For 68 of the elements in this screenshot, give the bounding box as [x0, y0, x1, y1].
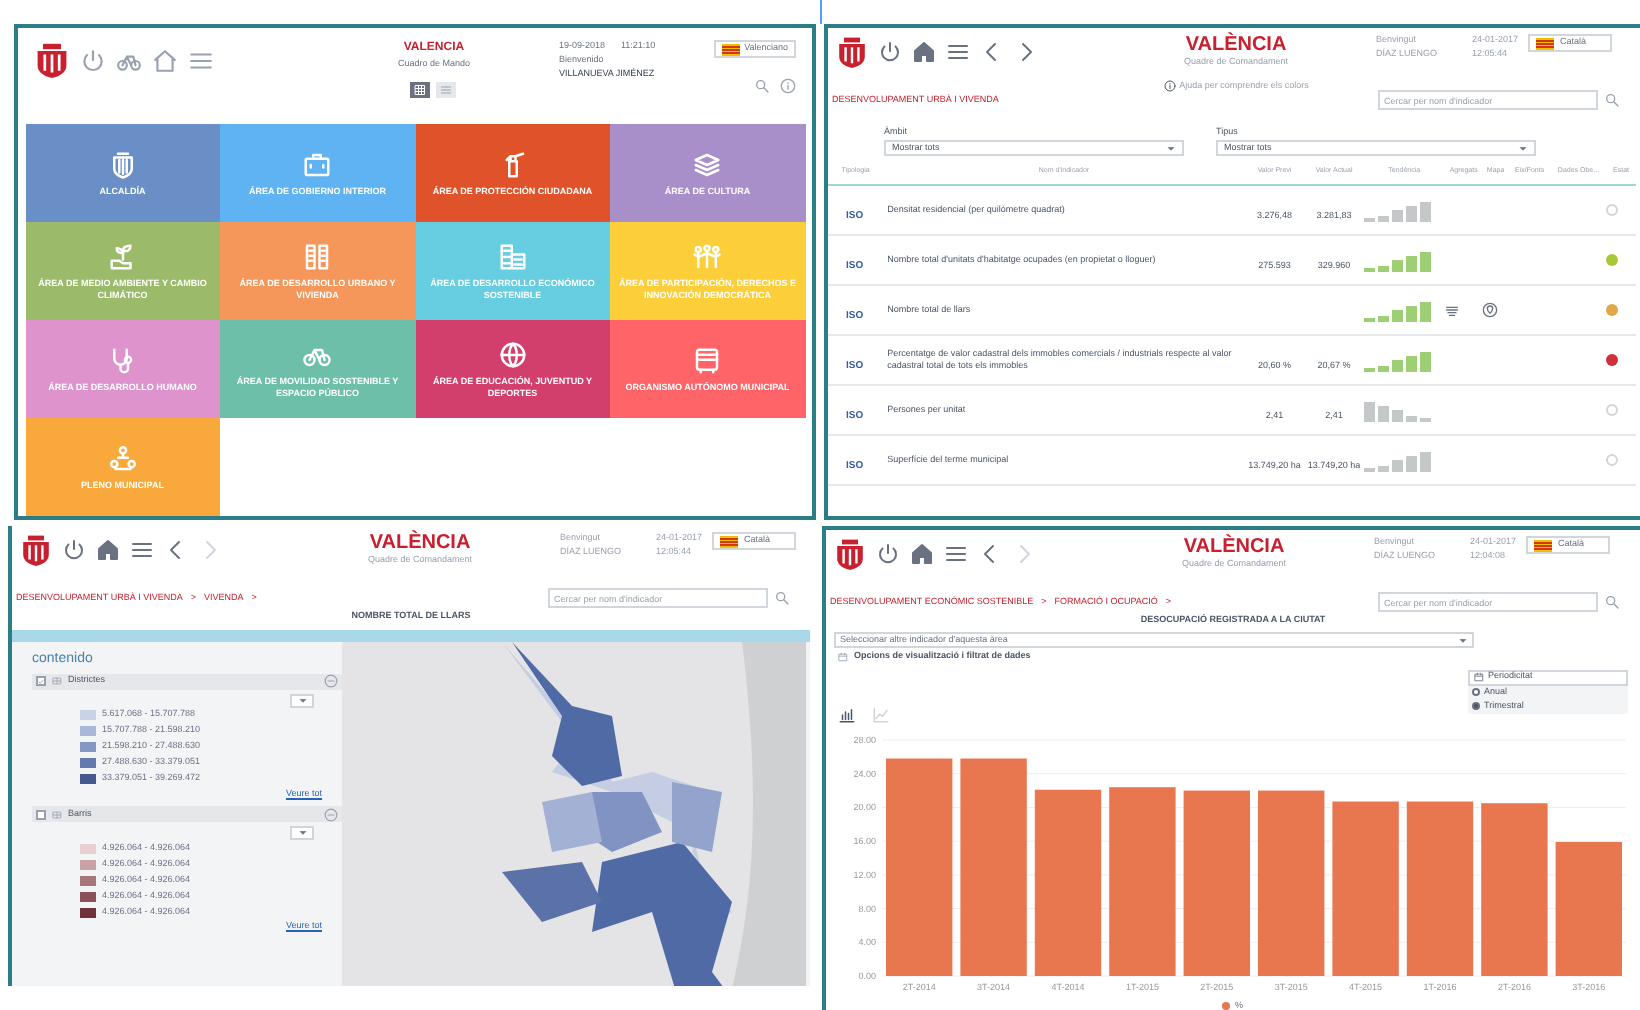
map-drawing[interactable]: [342, 642, 806, 986]
menu-icon[interactable]: [946, 40, 970, 64]
menu-icon[interactable]: [188, 47, 214, 73]
home-icon[interactable]: [912, 40, 936, 64]
collapse-icon: [324, 807, 338, 822]
layer-icon: [52, 676, 62, 686]
home-icon[interactable]: [96, 538, 120, 562]
flag-icon: [1534, 539, 1552, 551]
city-title: VALÈNCIA: [1183, 536, 1285, 558]
search-icon[interactable]: [754, 78, 770, 94]
plant-icon: [107, 242, 138, 272]
bus-icon: [692, 345, 723, 376]
ball-icon: [497, 340, 528, 370]
grid-icon: [414, 83, 427, 96]
radio-button[interactable]: [1472, 702, 1480, 711]
stack-icon[interactable]: [1444, 301, 1461, 317]
flag-icon: [1536, 37, 1554, 49]
caret-icon: [1518, 143, 1528, 153]
info-icon[interactable]: [1163, 80, 1176, 93]
search-icon[interactable]: [1604, 92, 1620, 108]
search-icon[interactable]: [1604, 594, 1620, 610]
radio-button[interactable]: [1472, 688, 1480, 697]
calendar-icon: [1474, 672, 1484, 683]
stethoscope-icon: [107, 345, 138, 376]
power-icon[interactable]: [878, 40, 902, 64]
layer-options-button[interactable]: [290, 826, 314, 841]
home-icon[interactable]: [152, 47, 178, 73]
menu-icon[interactable]: [944, 542, 968, 566]
collapse-icon: [324, 674, 338, 688]
power-icon[interactable]: [62, 538, 86, 562]
city-title: VALÈNCIA: [1185, 34, 1287, 56]
people-icon: [107, 443, 138, 474]
layer-icon: [52, 809, 62, 820]
grid-view-button[interactable]: [410, 81, 431, 98]
crest-icon: [107, 149, 138, 180]
bar-chart-button[interactable]: [838, 705, 856, 724]
coat-of-arms-logo: [834, 536, 866, 572]
power-icon[interactable]: [876, 542, 900, 566]
bar: [1555, 841, 1622, 976]
coat-of-arms-logo: [20, 532, 52, 568]
coat-of-arms-logo: [34, 40, 70, 80]
line-chart-icon: [872, 705, 890, 724]
stack-icon: [692, 149, 723, 180]
layer-checkbox[interactable]: [36, 676, 46, 686]
city-title: VALÈNCIA: [369, 532, 471, 554]
layer-options-button[interactable]: [290, 693, 314, 707]
search-icon[interactable]: [774, 590, 790, 606]
bar-chart-icon: [838, 705, 856, 724]
flag-icon: [720, 535, 738, 547]
buildings-icon: [302, 242, 333, 272]
pin-icon[interactable]: [1482, 301, 1499, 317]
check-icon: [38, 677, 44, 685]
layer-checkbox[interactable]: [36, 809, 46, 820]
caret-icon: [297, 828, 307, 839]
home-icon[interactable]: [910, 542, 934, 566]
buildings-icon: [497, 242, 528, 272]
calendar-icon: [838, 651, 848, 662]
menu-icon[interactable]: [130, 538, 154, 562]
flag-icon: [722, 43, 741, 55]
coat-of-arms-logo: [836, 34, 868, 70]
power-icon[interactable]: [80, 47, 106, 73]
info-icon[interactable]: [780, 78, 796, 94]
people-icon: [692, 242, 723, 272]
briefcase-icon: [302, 149, 333, 180]
list-icon: [440, 83, 453, 96]
caret-icon: [297, 695, 307, 705]
caret-icon: [1166, 143, 1176, 153]
caret-icon: [1458, 635, 1468, 645]
